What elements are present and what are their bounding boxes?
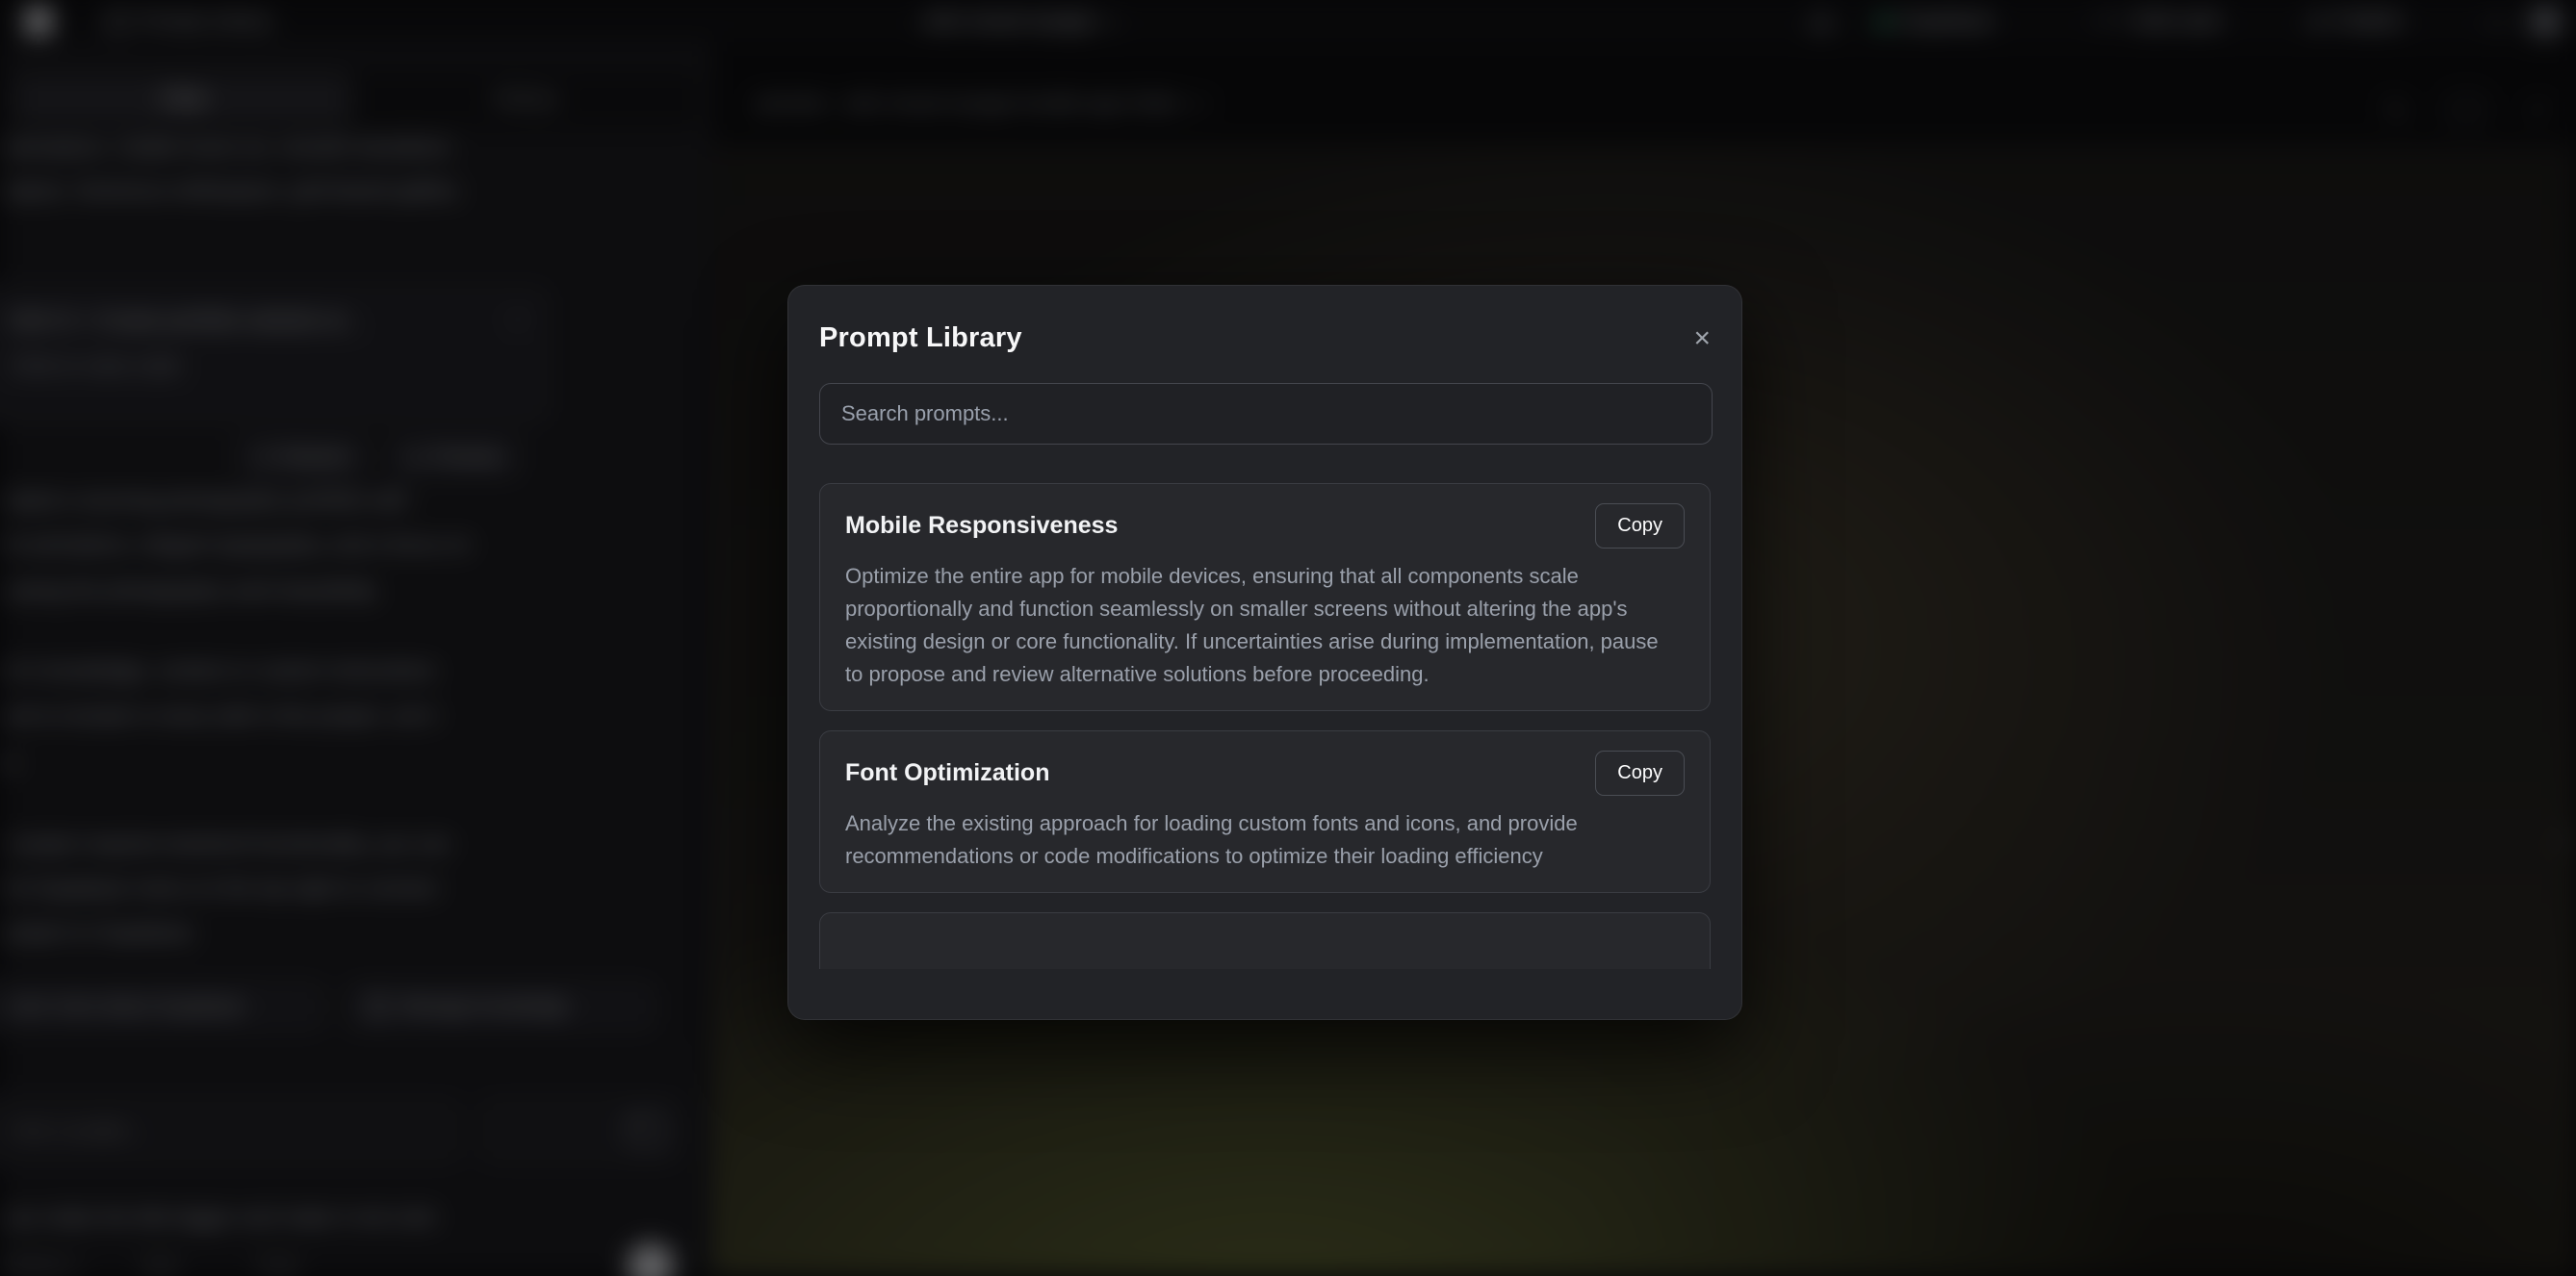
screen: Prompt Library artic-visual-voyage Supab… xyxy=(0,0,2576,1276)
copy-button[interactable]: Copy xyxy=(1595,503,1685,549)
prompt-description: Optimize the entire app for mobile devic… xyxy=(845,560,1663,691)
prompt-card-font-optimization: Font Optimization Copy Analyze the exist… xyxy=(819,730,1711,893)
modal-title: Prompt Library xyxy=(819,322,1022,354)
prompt-card-partial xyxy=(819,912,1711,969)
prompt-description: Analyze the existing approach for loadin… xyxy=(845,807,1663,873)
prompt-list: Mobile Responsiveness Copy Optimize the … xyxy=(819,483,1711,969)
copy-button[interactable]: Copy xyxy=(1595,751,1685,796)
modal-header: Prompt Library × xyxy=(788,286,1741,354)
prompt-library-modal: Prompt Library × Mobile Responsiveness C… xyxy=(787,285,1742,1020)
prompt-card-mobile-responsiveness: Mobile Responsiveness Copy Optimize the … xyxy=(819,483,1711,711)
prompt-title: Mobile Responsiveness xyxy=(845,503,1118,540)
search-input[interactable] xyxy=(819,383,1713,445)
prompt-title: Font Optimization xyxy=(845,751,1049,787)
close-icon[interactable]: × xyxy=(1693,326,1711,351)
